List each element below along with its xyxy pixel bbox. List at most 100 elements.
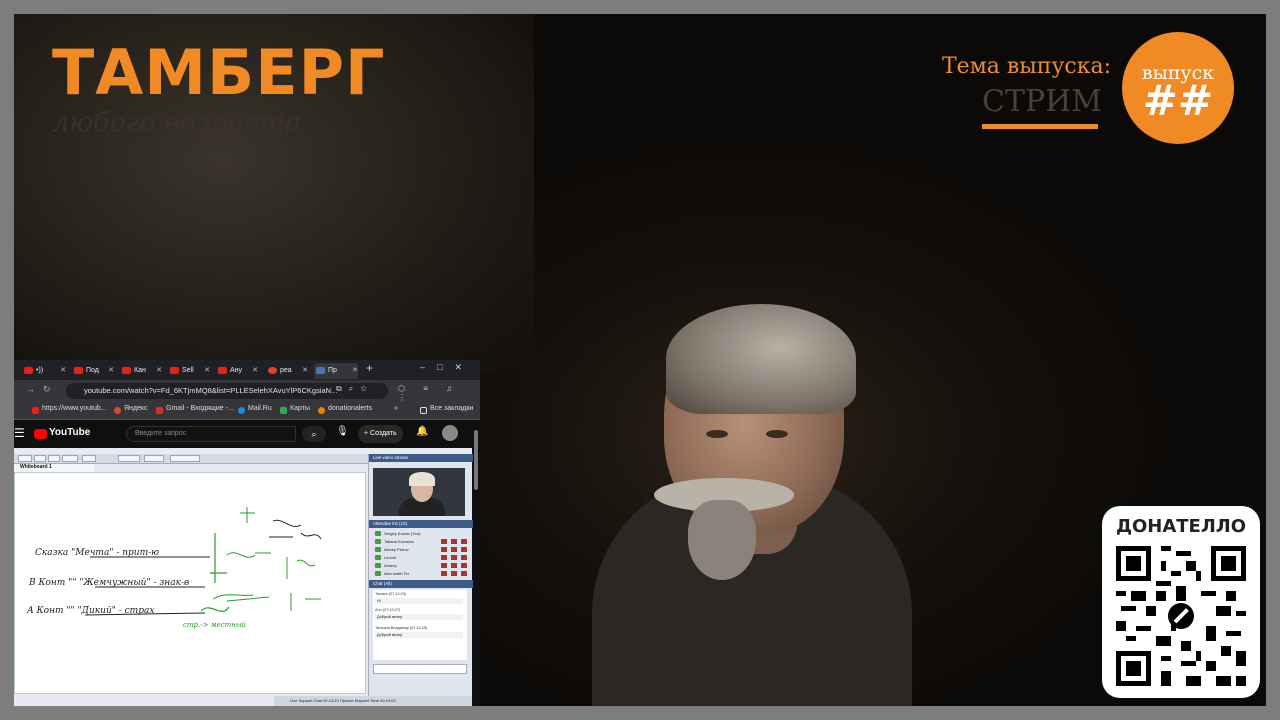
bookmark-item[interactable]: Яндекс	[114, 405, 148, 414]
status-icons	[441, 571, 467, 576]
presenter-eye	[706, 430, 728, 438]
new-tab-button[interactable]: +	[366, 361, 373, 375]
brand-title: ТАМБЕРГ	[52, 36, 386, 109]
browser-tab[interactable]: Sell ✕	[168, 363, 210, 379]
presenter-video	[584, 294, 914, 706]
address-row: →↻ youtube.com/watch?v=Fd_6KTjmMQ8&list=…	[14, 380, 480, 402]
episode-badge: выпуск ##	[1122, 32, 1234, 144]
chat-author: Tamara (07:12:23)	[375, 592, 407, 596]
extension-icons[interactable]: ⬡ ≡ ♫ ⋮	[398, 384, 480, 402]
bookmarks-more-button[interactable]: »	[394, 405, 398, 412]
qr-code-icon[interactable]	[1116, 546, 1246, 686]
window-controls[interactable]: –□✕	[420, 362, 474, 373]
youtube-icon	[24, 367, 33, 374]
avatar[interactable]	[442, 425, 458, 441]
attendee-row: Leonid	[375, 554, 469, 561]
whiteboard-toolbar	[14, 454, 368, 464]
bookmark-item[interactable]: https://www.youtub...	[32, 405, 107, 414]
user-icon	[375, 531, 381, 536]
toolbar-button	[62, 455, 78, 462]
bookmark-item[interactable]: Mail.Ru	[238, 405, 272, 414]
attendee-row: Tatiana Kuzmina	[375, 538, 469, 545]
search-icon[interactable]: ⌕	[302, 426, 326, 442]
whiteboard-tab: Whiteboard 1	[14, 464, 94, 472]
topic-underline	[982, 124, 1098, 129]
close-icon[interactable]: ✕	[156, 363, 162, 379]
user-icon	[375, 555, 381, 560]
youtube-icon	[122, 367, 131, 374]
tab-strip: •)) ✕ Под ✕ Кан ✕ Sell ✕ Ану ✕ реа ✕ Пр ✕ + –□✕	[14, 360, 480, 380]
topic-value: СТРИМ	[982, 84, 1103, 119]
chat-message: Hi	[375, 598, 463, 604]
bell-icon[interactable]: 🔔	[416, 426, 428, 437]
status-icons	[441, 547, 467, 552]
toolbar-button	[18, 455, 32, 462]
browser-tab[interactable]: Под ✕	[72, 363, 114, 379]
presenter-hair	[666, 304, 856, 414]
youtube-logo-text[interactable]: YouTube	[49, 427, 90, 438]
webinar-side-panel: Live video stream Attendee list (10) Ser…	[368, 454, 473, 706]
episode-number: ##	[1142, 76, 1214, 125]
donate-card[interactable]: ДОНАТЕЛЛО	[1102, 506, 1260, 698]
create-button[interactable]: + Создать	[358, 425, 403, 443]
chat-messages: Tamara (07:12:23) Hi Ann (07:12:27) Добр…	[373, 590, 467, 660]
close-icon[interactable]: ✕	[302, 363, 308, 379]
youtube-header: ☰ YouTube Введите запрос ⌕ 🎙 + Создать 🔔	[14, 420, 480, 448]
close-icon[interactable]: ✕	[204, 363, 210, 379]
toolbar-button	[82, 455, 96, 462]
chat-author: Ann (07:12:27)	[375, 608, 401, 612]
user-icon	[375, 547, 381, 552]
topic-label: Тема выпуска:	[942, 54, 1112, 79]
close-icon[interactable]: ✕	[60, 363, 66, 379]
user-icon	[375, 539, 381, 544]
toolbar-button	[170, 455, 200, 462]
presenter-eye	[766, 430, 788, 438]
browser-tab-active[interactable]: Пр ✕	[314, 363, 358, 379]
whiteboard-drawing: Сказка "Мечта" - прит-ю В Конт "" "Жемчу…	[26, 507, 322, 629]
attendee-row: Andrey	[375, 562, 469, 569]
toolbar-button	[144, 455, 164, 462]
close-icon[interactable]: ✕	[352, 363, 358, 379]
folder-icon	[420, 407, 427, 414]
whiteboard-canvas: Сказка "Мечта" - прит-ю В Конт "" "Жемчу…	[14, 472, 366, 694]
close-icon[interactable]: ✕	[252, 363, 258, 379]
webinar-status-bar: Live Support Chat 00:13:23 Прочее Elapse…	[274, 696, 472, 706]
close-icon[interactable]: ✕	[108, 363, 114, 379]
toolbar-button	[48, 455, 60, 462]
chat-panel-header: Chat (All)	[369, 580, 473, 588]
donate-title: ДОНАТЕЛЛО	[1115, 516, 1247, 537]
browser-tab[interactable]: •)) ✕	[22, 363, 66, 379]
menu-icon[interactable]: ☰	[14, 426, 25, 440]
chat-message: Добрый вечер	[375, 632, 463, 638]
scrollbar[interactable]	[472, 420, 480, 706]
attendee-row: Sergey Kozlov (You)	[375, 530, 469, 537]
youtube-logo-icon[interactable]	[34, 429, 47, 439]
all-bookmarks-folder[interactable]: Все закладки	[420, 405, 473, 414]
scrollbar-thumb[interactable]	[474, 430, 478, 490]
chat-input	[373, 664, 467, 674]
status-icons	[441, 539, 467, 544]
youtube-icon	[170, 367, 179, 374]
status-icons	[441, 563, 467, 568]
browser-tab[interactable]: Кан ✕	[120, 363, 162, 379]
stream-stage: ТАМБЕРГ любого возраста Тема выпуска: СТ…	[14, 14, 1266, 706]
attendee-row: Alexey Petrov	[375, 546, 469, 553]
bookmark-item[interactable]: donationalerts	[318, 405, 372, 414]
address-bar-icons[interactable]: ⧉⌕☆	[336, 384, 374, 394]
nav-buttons[interactable]: →↻	[26, 384, 59, 395]
search-input[interactable]: Введите запрос	[126, 426, 296, 442]
brand-subtitle: любого возраста	[52, 107, 302, 138]
microphone-icon[interactable]: 🎙	[336, 426, 349, 437]
vk-icon	[316, 367, 325, 374]
chat-message: Добрый вечер	[375, 614, 463, 620]
browser-window[interactable]: •)) ✕ Под ✕ Кан ✕ Sell ✕ Ану ✕ реа ✕ Пр ✕ + –□✕…	[14, 360, 480, 706]
bookmarks-bar: https://www.youtub... Яндекс Gmail - Вхо…	[14, 402, 480, 420]
video-player[interactable]: Whiteboard 1 Сказка "Мечта" - прит-ю В К…	[14, 448, 473, 706]
whiteboard-note: стр.-> местный	[183, 621, 247, 629]
browser-tab[interactable]: реа ✕	[266, 363, 308, 379]
bookmark-item[interactable]: Карты	[280, 405, 310, 414]
bookmark-item[interactable]: Gmail - Входящие -...	[156, 405, 234, 414]
camera-panel-header: Live video stream	[369, 454, 473, 462]
browser-tab[interactable]: Ану ✕	[216, 363, 258, 379]
youtube-icon	[74, 367, 83, 374]
